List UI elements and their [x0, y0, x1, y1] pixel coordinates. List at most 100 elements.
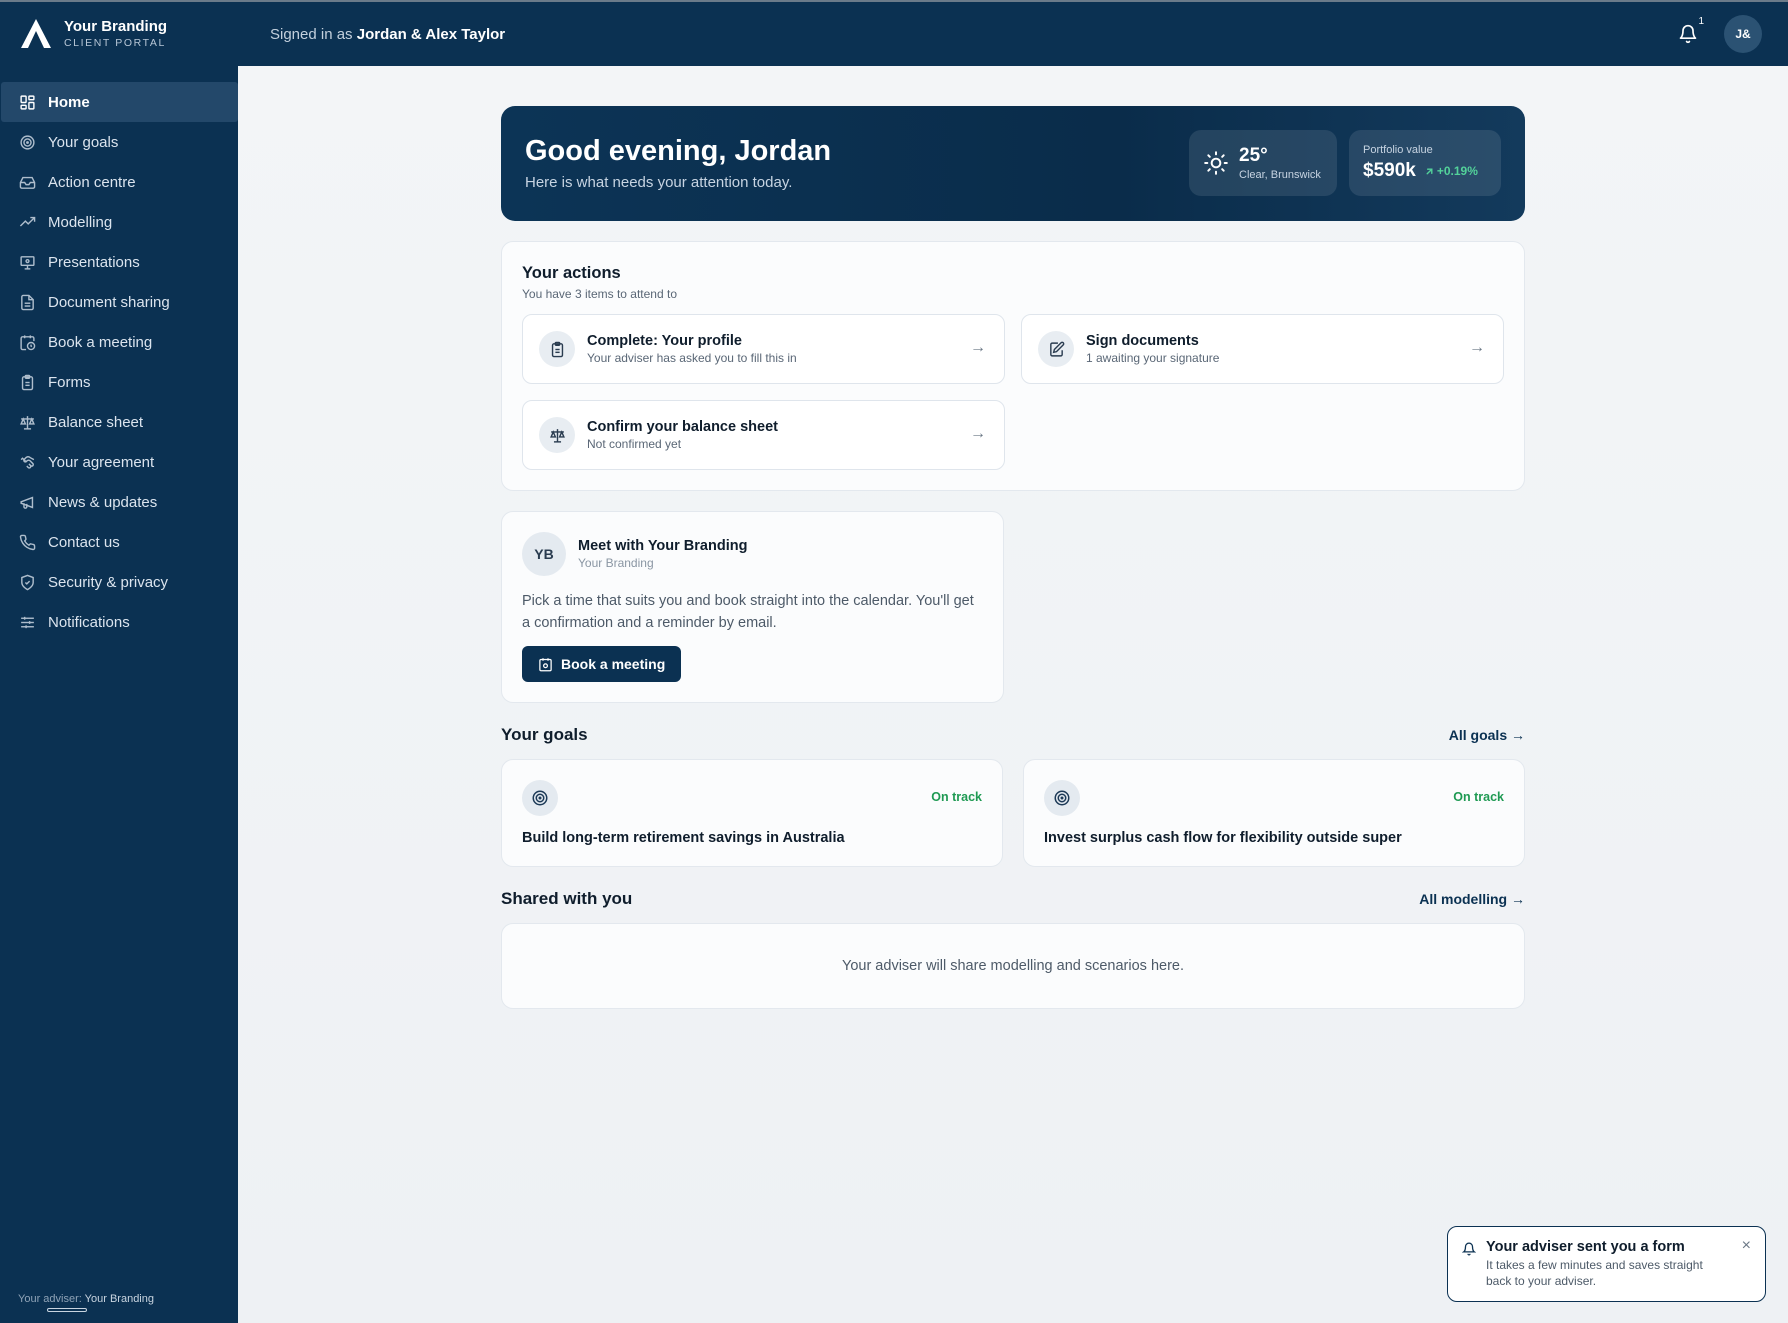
form-toast[interactable]: Your adviser sent you a form It takes a …: [1447, 1226, 1766, 1302]
grid-icon: [18, 93, 36, 111]
calendar-clock-icon: [18, 333, 36, 351]
document-icon: [18, 293, 36, 311]
sidebar-item-presentations[interactable]: Presentations: [1, 242, 238, 282]
meeting-title: Meet with Your Branding: [578, 538, 748, 554]
action-title: Sign documents: [1086, 333, 1199, 349]
sidebar-nav: Home Your goals Action centre Modelling …: [0, 66, 238, 642]
actions-title: Your actions: [522, 264, 621, 282]
goal-title: Build long-term retirement savings in Au…: [522, 830, 845, 846]
sidebar-item-your-agreement[interactable]: Your agreement: [1, 442, 238, 482]
book-meeting-button[interactable]: Book a meeting: [522, 646, 682, 682]
action-subtitle: Your adviser has asked you to fill this …: [587, 351, 797, 365]
adviser-avatar: YB: [522, 532, 566, 576]
sidebar-item-home[interactable]: Home: [1, 82, 238, 122]
welcome-banner: Good evening, Jordan Here is what needs …: [501, 106, 1525, 221]
portfolio-label: Portfolio value: [1363, 144, 1433, 156]
bell-icon: [1679, 24, 1697, 44]
signed-in-user: Jordan & Alex Taylor: [356, 25, 506, 43]
sidebar-item-label: Forms: [48, 373, 91, 391]
goal-card[interactable]: On track Build long-term retirement savi…: [501, 759, 1003, 867]
notifications-button[interactable]: 1: [1674, 16, 1704, 48]
sidebar: Home Your goals Action centre Modelling …: [0, 66, 238, 1323]
brand-subtitle: CLIENT PORTAL: [64, 37, 166, 49]
trend-icon: [18, 213, 36, 231]
sidebar-item-your-goals[interactable]: Your goals: [1, 122, 238, 162]
goals-list: On track Build long-term retirement savi…: [501, 759, 1525, 867]
brand-name: Your Branding: [64, 18, 168, 35]
clipboard-icon: [18, 373, 36, 391]
arrow-right-icon: →: [970, 425, 986, 442]
sidebar-item-modelling[interactable]: Modelling: [1, 202, 238, 242]
calendar-icon: [539, 657, 552, 671]
action-complete-profile[interactable]: Complete: Your profile Your adviser has …: [522, 314, 1005, 384]
portfolio-widget: Portfolio value $590k +0.19%: [1349, 130, 1501, 196]
sidebar-item-label: News & updates: [48, 493, 158, 511]
action-subtitle: Not confirmed yet: [587, 437, 682, 451]
sidebar-item-action-centre[interactable]: Action centre: [1, 162, 238, 202]
brand[interactable]: Your Branding CLIENT PORTAL: [0, 2, 238, 66]
sidebar-item-label: Your goals: [48, 133, 119, 151]
all-modelling-link[interactable]: All modelling →: [1419, 891, 1525, 907]
sidebar-item-label: Modelling: [48, 213, 113, 231]
sidebar-item-document-sharing[interactable]: Document sharing: [1, 282, 238, 322]
sidebar-item-label: Balance sheet: [48, 413, 144, 431]
goal-status: On track: [1453, 790, 1504, 804]
shield-icon: [18, 573, 36, 591]
top-header: Your Branding CLIENT PORTAL Signed in as…: [0, 0, 1788, 66]
meeting-subtitle: Your Branding: [578, 556, 654, 570]
weather-temperature: 25°: [1239, 145, 1268, 166]
weather-location: Clear, Brunswick: [1239, 169, 1321, 181]
action-sign-documents[interactable]: Sign documents 1 awaiting your signature…: [1021, 314, 1504, 384]
goal-status: On track: [931, 790, 982, 804]
home-indicator: [47, 1308, 87, 1312]
user-avatar[interactable]: J&: [1724, 15, 1762, 53]
sidebar-item-contact-us[interactable]: Contact us: [1, 522, 238, 562]
goal-card[interactable]: On track Invest surplus cash flow for fl…: [1023, 759, 1525, 867]
goals-title: Your goals: [501, 725, 588, 744]
meeting-card: YB Meet with Your Branding Your Branding…: [501, 511, 1004, 703]
scale-icon: [18, 413, 36, 431]
shared-title: Shared with you: [501, 889, 633, 908]
sidebar-item-balance-sheet[interactable]: Balance sheet: [1, 402, 238, 442]
action-confirm-balance-sheet[interactable]: Confirm your balance sheet Not confirmed…: [522, 400, 1005, 470]
sidebar-item-label: Security & privacy: [48, 573, 169, 591]
action-subtitle: 1 awaiting your signature: [1086, 351, 1220, 365]
sun-icon: [1204, 151, 1228, 175]
main-content: Good evening, Jordan Here is what needs …: [238, 66, 1788, 1323]
sign-document-icon: [1038, 331, 1074, 367]
handshake-icon: [18, 453, 36, 471]
close-icon[interactable]: ×: [1742, 1237, 1751, 1255]
presentation-icon: [18, 253, 36, 271]
actions-subtitle: You have 3 items to attend to: [522, 287, 677, 301]
meeting-description: Pick a time that suits you and book stra…: [522, 593, 974, 631]
action-title: Confirm your balance sheet: [587, 419, 778, 435]
toast-text: It takes a few minutes and saves straigh…: [1486, 1258, 1703, 1288]
goal-title: Invest surplus cash flow for flexibility…: [1044, 830, 1402, 846]
adviser-footer: Your adviser: Your Branding: [18, 1293, 154, 1305]
portfolio-change: +0.19%: [1436, 164, 1478, 178]
sidebar-item-book-a-meeting[interactable]: Book a meeting: [1, 322, 238, 362]
sidebar-item-label: Book a meeting: [48, 333, 153, 351]
sidebar-item-label: Home: [48, 93, 90, 111]
all-goals-link[interactable]: All goals →: [1449, 727, 1525, 743]
shared-empty-card: Your adviser will share modelling and sc…: [501, 923, 1525, 1009]
sidebar-item-label: Contact us: [48, 533, 120, 551]
actions-card: Your actions You have 3 items to attend …: [501, 241, 1525, 491]
arrow-right-icon: →: [1469, 339, 1485, 356]
weather-widget: 25° Clear, Brunswick: [1189, 130, 1337, 196]
toast-title: Your adviser sent you a form: [1486, 1239, 1685, 1255]
notification-count: 1: [1698, 16, 1704, 27]
sidebar-item-news-updates[interactable]: News & updates: [1, 482, 238, 522]
portfolio-value: $590k: [1363, 160, 1416, 181]
signed-in-text: Signed in as Jordan & Alex Taylor: [270, 25, 506, 43]
sidebar-item-label: Action centre: [48, 173, 136, 191]
sidebar-item-label: Notifications: [48, 613, 130, 631]
sidebar-item-security-privacy[interactable]: Security & privacy: [1, 562, 238, 602]
shared-header: Shared with you All modelling →: [501, 889, 1525, 909]
sidebar-item-notifications[interactable]: Notifications: [1, 602, 238, 642]
arrow-up-right-icon: [1426, 168, 1433, 174]
clipboard-icon: [539, 331, 575, 367]
phone-icon: [18, 533, 36, 551]
sidebar-item-forms[interactable]: Forms: [1, 362, 238, 402]
goals-header: Your goals All goals →: [501, 725, 1525, 745]
